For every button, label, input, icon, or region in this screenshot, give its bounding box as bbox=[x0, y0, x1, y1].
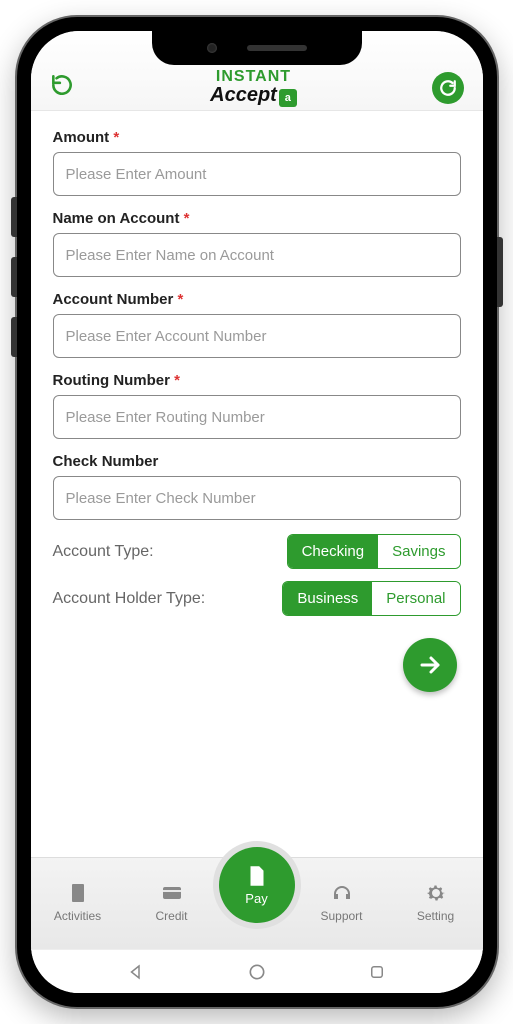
field-account-number: Account Number * bbox=[53, 291, 461, 358]
field-name-on-account: Name on Account * bbox=[53, 210, 461, 277]
label-account-number: Account Number * bbox=[53, 291, 461, 308]
required-marker: * bbox=[178, 291, 184, 308]
nav-back[interactable] bbox=[121, 957, 151, 987]
logo-badge: a bbox=[279, 89, 297, 107]
form-content: Amount * Name on Account * Account Numbe… bbox=[31, 111, 483, 857]
clipboard-icon bbox=[66, 881, 90, 905]
tab-activities[interactable]: Activities bbox=[31, 881, 125, 923]
tab-support[interactable]: Support bbox=[295, 881, 389, 923]
amount-input[interactable] bbox=[53, 152, 461, 196]
account-number-input[interactable] bbox=[53, 314, 461, 358]
field-check-number: Check Number bbox=[53, 453, 461, 520]
tab-setting[interactable]: Setting bbox=[389, 881, 483, 923]
card-icon bbox=[160, 881, 184, 905]
row-account-type: Account Type: Checking Savings bbox=[53, 534, 461, 569]
nav-recent[interactable] bbox=[362, 957, 392, 987]
square-recent-icon bbox=[368, 963, 386, 981]
android-nav-bar bbox=[31, 949, 483, 993]
logo-line1: INSTANT bbox=[210, 69, 297, 85]
refresh-button[interactable] bbox=[432, 72, 464, 104]
segment-holder-type: Business Personal bbox=[282, 581, 460, 616]
logo-line2: Accept bbox=[210, 84, 277, 106]
option-personal[interactable]: Personal bbox=[372, 582, 459, 615]
option-checking[interactable]: Checking bbox=[288, 535, 379, 568]
required-marker: * bbox=[184, 210, 190, 227]
label-account-type: Account Type: bbox=[53, 543, 154, 561]
tab-label: Pay bbox=[245, 891, 267, 906]
app-logo: INSTANT Accepta bbox=[210, 69, 297, 107]
triangle-back-icon bbox=[127, 963, 145, 981]
earpiece-speaker bbox=[247, 45, 307, 51]
required-marker: * bbox=[174, 372, 180, 389]
phone-screen: INSTANT Accepta Amount * bbox=[31, 31, 483, 993]
phone-frame: INSTANT Accepta Amount * bbox=[17, 17, 497, 1007]
submit-button[interactable] bbox=[403, 638, 457, 692]
front-camera bbox=[207, 43, 217, 53]
tab-label: Support bbox=[320, 909, 362, 923]
tab-credit[interactable]: Credit bbox=[125, 881, 219, 923]
option-business[interactable]: Business bbox=[283, 582, 372, 615]
pay-icon bbox=[244, 863, 270, 889]
headphones-icon bbox=[330, 881, 354, 905]
arrow-right-icon bbox=[418, 653, 442, 677]
field-routing-number: Routing Number * bbox=[53, 372, 461, 439]
tab-label: Credit bbox=[155, 909, 187, 923]
tab-label: Activities bbox=[54, 909, 101, 923]
label-holder-type: Account Holder Type: bbox=[53, 590, 206, 608]
circle-home-icon bbox=[247, 962, 267, 982]
gear-icon bbox=[424, 881, 448, 905]
tab-label: Setting bbox=[417, 909, 454, 923]
name-on-account-input[interactable] bbox=[53, 233, 461, 277]
label-routing-number: Routing Number * bbox=[53, 372, 461, 389]
label-check-number: Check Number bbox=[53, 453, 461, 470]
nav-home[interactable] bbox=[242, 957, 272, 987]
row-holder-type: Account Holder Type: Business Personal bbox=[53, 581, 461, 616]
tab-pay[interactable]: Pay bbox=[219, 847, 295, 923]
option-savings[interactable]: Savings bbox=[378, 535, 459, 568]
field-amount: Amount * bbox=[53, 129, 461, 196]
logout-icon[interactable] bbox=[49, 72, 75, 103]
label-name-on-account: Name on Account * bbox=[53, 210, 461, 227]
segment-account-type: Checking Savings bbox=[287, 534, 461, 569]
required-marker: * bbox=[113, 129, 119, 146]
phone-notch bbox=[152, 31, 362, 65]
label-amount: Amount * bbox=[53, 129, 461, 146]
check-number-input[interactable] bbox=[53, 476, 461, 520]
routing-number-input[interactable] bbox=[53, 395, 461, 439]
tab-bar: Activities Credit Pay Support Setting bbox=[31, 857, 483, 949]
